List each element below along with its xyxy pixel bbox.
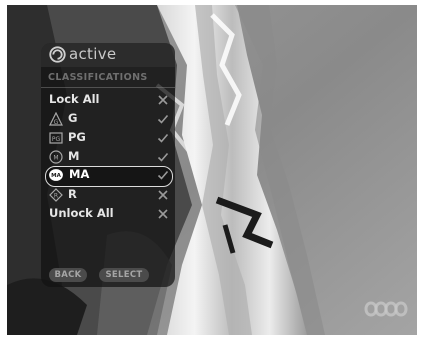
- menu-item-rating-r[interactable]: R R: [41, 186, 173, 205]
- menu-item-rating-m[interactable]: M M: [41, 148, 173, 167]
- brand-name: active: [69, 45, 117, 63]
- menu-item-rating-pg[interactable]: PG PG: [41, 129, 173, 148]
- select-button[interactable]: SELECT: [99, 268, 149, 282]
- check-icon: [157, 152, 169, 162]
- svg-text:MA: MA: [51, 173, 61, 179]
- menu-item-label: MA: [69, 167, 90, 181]
- cross-icon: [158, 209, 168, 219]
- menu-item-unlock-all[interactable]: Unlock All: [41, 205, 173, 224]
- menu-item-label: R: [68, 187, 77, 201]
- check-icon: [157, 114, 169, 124]
- menu-item-rating-ma[interactable]: MA MA: [45, 166, 173, 187]
- check-icon: [157, 170, 169, 180]
- svg-text:R: R: [54, 192, 58, 199]
- menu-item-lock-all[interactable]: Lock All: [41, 91, 173, 110]
- rating-m-icon: M: [49, 150, 63, 164]
- cross-icon: [158, 190, 168, 200]
- svg-text:M: M: [53, 155, 58, 162]
- svg-text:PG: PG: [52, 136, 61, 143]
- rating-r-icon: R: [49, 188, 63, 202]
- back-button[interactable]: BACK: [49, 268, 87, 282]
- check-icon: [157, 133, 169, 143]
- menu-item-rating-g[interactable]: G G: [41, 110, 173, 129]
- menu-item-label: M: [68, 149, 80, 163]
- tv-screen: active CLASSIFICATIONS Lock All G G PG P…: [7, 5, 417, 335]
- abc-active-logo-icon: [49, 46, 66, 63]
- abc-watermark-icon: [364, 301, 408, 317]
- section-divider: [41, 87, 175, 88]
- menu-item-label: Unlock All: [49, 206, 114, 220]
- cross-icon: [158, 95, 168, 105]
- section-title: CLASSIFICATIONS: [48, 72, 148, 83]
- brand-header: active: [41, 43, 175, 67]
- menu-item-label: PG: [68, 130, 86, 144]
- classifications-menu-panel: active CLASSIFICATIONS Lock All G G PG P…: [41, 43, 175, 287]
- menu-item-label: Lock All: [49, 92, 100, 106]
- svg-text:G: G: [54, 119, 59, 126]
- rating-g-icon: G: [49, 112, 63, 126]
- menu-item-label: G: [68, 111, 78, 125]
- rating-pg-icon: PG: [49, 132, 63, 144]
- rating-ma-icon: MA: [49, 169, 63, 181]
